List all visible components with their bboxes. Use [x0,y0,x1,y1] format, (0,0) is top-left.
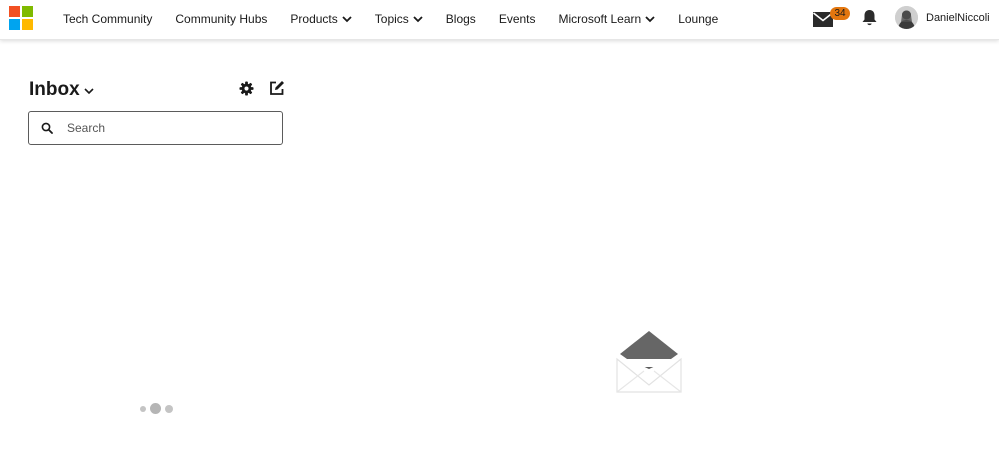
nav-item-products[interactable]: Products [290,12,352,26]
loading-dots [140,403,174,415]
gear-icon [239,81,254,96]
search-input[interactable] [65,120,269,136]
logo-square-blue [9,19,20,30]
microsoft-logo-icon[interactable] [9,6,33,30]
top-navigation-bar: Tech Community Community Hubs Products T… [0,0,999,40]
nav-item-label: Community Hubs [175,12,268,26]
nav-item-microsoft-learn[interactable]: Microsoft Learn [559,12,656,26]
chevron-down-icon [413,15,423,22]
avatar-image [895,6,918,29]
nav-item-topics[interactable]: Topics [375,12,423,26]
nav-item-label: Events [498,12,536,26]
loading-dot [140,406,146,412]
loading-dot [150,403,161,414]
nav-item-label: Blogs [445,12,476,26]
user-avatar[interactable] [895,6,918,29]
nav-item-tech-community[interactable]: Tech Community [63,12,152,26]
chevron-down-icon [342,15,352,22]
nav-item-label: Products [290,12,338,26]
logo-square-red [9,6,20,17]
chevron-down-icon [645,15,655,22]
nav-item-lounge[interactable]: Lounge [678,12,718,26]
nav-item-label: Tech Community [63,12,153,26]
nav-item-label: Microsoft Learn [558,12,642,26]
inbox-settings-button[interactable] [239,81,254,96]
username[interactable]: DanielNiccoli [926,12,990,24]
page-title: Inbox [29,79,80,100]
logo-square-yellow [22,19,33,30]
nav-item-community-hubs[interactable]: Community Hubs [175,12,267,26]
chevron-down-icon [84,87,94,94]
nav-item-events[interactable]: Events [499,12,536,26]
notifications-button[interactable] [861,9,878,32]
open-envelope-icon [616,329,682,393]
nav-item-label: Topics [374,12,409,26]
search-icon [41,122,53,134]
compose-icon [270,81,284,95]
nav-item-label: Lounge [678,12,719,26]
bell-icon [862,10,877,26]
messages-button[interactable]: 34 [813,7,853,29]
logo-square-green [22,6,33,17]
compose-message-button[interactable] [269,80,285,96]
nav-item-blogs[interactable]: Blogs [446,12,476,26]
inbox-folder-selector[interactable]: Inbox [29,79,94,101]
inbox-search[interactable] [28,111,283,145]
loading-dot [165,405,173,413]
main-nav: Tech Community Community Hubs Products T… [63,0,741,38]
unread-messages-badge: 34 [830,7,850,20]
